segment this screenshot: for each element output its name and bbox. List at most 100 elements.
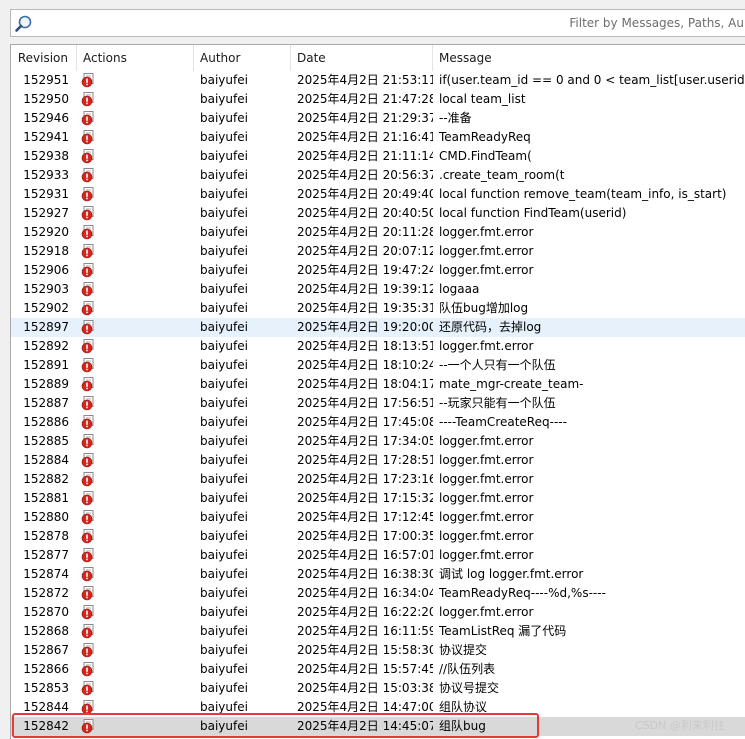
revision-cell: 152882 [23,472,69,486]
date-cell: 2025年4月2日 17:00:35 [297,529,433,543]
revision-cell: 152941 [23,130,69,144]
log-row[interactable]: 152892 baiyufei 2025年4月2日 18:13:51 logger.f… [11,337,745,356]
log-row[interactable]: 152946 baiyufei 2025年4月2日 21:29:37 --准备 [11,109,745,128]
message-cell: logger.fmt.error [439,453,534,467]
message-cell: logger.fmt.error [439,263,534,277]
log-row[interactable]: 152950 baiyufei 2025年4月2日 21:47:28 local te… [11,90,745,109]
log-row[interactable]: 152844 baiyufei 2025年4月2日 14:47:00 组队协议 [11,698,745,717]
log-row[interactable]: 152941 baiyufei 2025年4月2日 21:16:41 TeamRead… [11,128,745,147]
author-cell: baiyufei [200,377,248,391]
log-row[interactable]: 152938 baiyufei 2025年4月2日 21:11:14 CMD.Fin… [11,147,745,166]
log-row[interactable]: 152891 baiyufei 2025年4月2日 18:10:24 --一个人只有一… [11,356,745,375]
message-cell: ----TeamCreateReq---- [439,415,567,429]
modified-exclamation-icon [81,396,94,411]
author-cell: baiyufei [200,301,248,315]
revision-cell: 152927 [23,206,69,220]
log-row[interactable]: 152906 baiyufei 2025年4月2日 19:47:24 logger.f… [11,261,745,280]
log-row[interactable]: 152886 baiyufei 2025年4月2日 17:45:08 ----Team… [11,413,745,432]
author-cell: baiyufei [200,187,248,201]
log-row[interactable]: 152931 baiyufei 2025年4月2日 20:49:40 local fu… [11,185,745,204]
search-icon[interactable] [14,14,34,34]
modified-exclamation-icon [81,168,94,183]
author-cell: baiyufei [200,605,248,619]
column-header-message[interactable]: Message [433,45,745,71]
log-row[interactable]: 152884 baiyufei 2025年4月2日 17:28:51 logger.f… [11,451,745,470]
log-row[interactable]: 152878 baiyufei 2025年4月2日 17:00:35 logger.f… [11,527,745,546]
message-cell: logger.fmt.error [439,339,534,353]
log-row[interactable]: 152927 baiyufei 2025年4月2日 20:40:50 local fu… [11,204,745,223]
date-cell: 2025年4月2日 15:57:45 [297,662,433,676]
modified-exclamation-icon [81,434,94,449]
log-row[interactable]: 152880 baiyufei 2025年4月2日 17:12:45 logger.f… [11,508,745,527]
log-row[interactable]: 152867 baiyufei 2025年4月2日 15:58:30 协议提交 [11,641,745,660]
modified-exclamation-icon [81,358,94,373]
message-cell: .create_team_room(t [439,168,565,182]
revision-cell: 152946 [23,111,69,125]
log-row[interactable]: 152918 baiyufei 2025年4月2日 20:07:12 logger.f… [11,242,745,261]
log-row[interactable]: 152870 baiyufei 2025年4月2日 16:22:20 logger.f… [11,603,745,622]
modified-exclamation-icon [81,73,94,88]
filter-input[interactable] [41,10,745,36]
log-row[interactable]: 152920 baiyufei 2025年4月2日 20:11:28 logger.f… [11,223,745,242]
modified-exclamation-icon [81,339,94,354]
log-row[interactable]: 152902 baiyufei 2025年4月2日 19:35:31 队伍bug增加l… [11,299,745,318]
log-row[interactable]: 152887 baiyufei 2025年4月2日 17:56:51 --玩家只能有一… [11,394,745,413]
modified-exclamation-icon [81,111,94,126]
message-cell: logger.fmt.error [439,548,534,562]
revision-cell: 152889 [23,377,69,391]
message-cell: 队伍bug增加log [439,301,529,315]
date-cell: 2025年4月2日 19:47:24 [297,263,433,277]
message-cell: local function remove_team(team_info, is… [439,187,727,201]
revision-cell: 152906 [23,263,69,277]
column-header-revision[interactable]: Revision [11,45,77,71]
date-cell: 2025年4月2日 18:10:24 [297,358,433,372]
modified-exclamation-icon [81,567,94,582]
log-row[interactable]: 152874 baiyufei 2025年4月2日 16:38:30 调试 log l… [11,565,745,584]
log-row[interactable]: 152897 baiyufei 2025年4月2日 19:20:00 还原代码，去掉l… [11,318,745,337]
log-row[interactable]: 152866 baiyufei 2025年4月2日 15:57:45 //队伍列表 [11,660,745,679]
revision-cell: 152891 [23,358,69,372]
log-row[interactable]: 152882 baiyufei 2025年4月2日 17:23:16 logger.f… [11,470,745,489]
revision-cell: 152892 [23,339,69,353]
column-header-row: Revision Actions Author Date Message [11,45,745,71]
revision-cell: 152884 [23,453,69,467]
message-cell: logger.fmt.error [439,434,534,448]
revision-cell: 152872 [23,586,69,600]
date-cell: 2025年4月2日 20:07:12 [297,244,433,258]
modified-exclamation-icon [81,149,94,164]
log-row[interactable]: 152853 baiyufei 2025年4月2日 15:03:38 协议号提交 [11,679,745,698]
log-row[interactable]: 152881 baiyufei 2025年4月2日 17:15:32 logger.f… [11,489,745,508]
revision-cell: 152853 [23,681,69,695]
message-cell: logaaa [439,282,480,296]
log-row[interactable]: 152933 baiyufei 2025年4月2日 20:56:37 .create_… [11,166,745,185]
revision-cell: 152886 [23,415,69,429]
log-row[interactable]: 152889 baiyufei 2025年4月2日 18:04:17 mate_mgr… [11,375,745,394]
log-row[interactable]: 152903 baiyufei 2025年4月2日 19:39:12 logaaa [11,280,745,299]
log-row[interactable]: 152885 baiyufei 2025年4月2日 17:34:05 logger.f… [11,432,745,451]
revision-cell: 152897 [23,320,69,334]
message-cell: 调试 log logger.fmt.error [439,567,584,581]
message-cell: local function FindTeam(userid) [439,206,627,220]
date-cell: 2025年4月2日 15:03:38 [297,681,433,695]
column-header-author[interactable]: Author [194,45,291,71]
log-row[interactable]: 152877 baiyufei 2025年4月2日 16:57:01 logger.f… [11,546,745,565]
column-header-date[interactable]: Date [291,45,433,71]
author-cell: baiyufei [200,206,248,220]
modified-exclamation-icon [81,681,94,696]
revision-cell: 152866 [23,662,69,676]
log-row[interactable]: 152868 baiyufei 2025年4月2日 16:11:59 TeamList… [11,622,745,641]
message-cell: logger.fmt.error [439,225,534,239]
revision-cell: 152903 [23,282,69,296]
date-cell: 2025年4月2日 14:47:00 [297,700,433,714]
column-header-actions[interactable]: Actions [77,45,194,71]
log-row[interactable]: 152951 baiyufei 2025年4月2日 21:53:11 if(user.… [11,71,745,90]
author-cell: baiyufei [200,225,248,239]
log-row[interactable]: 152872 baiyufei 2025年4月2日 16:34:04 TeamRead… [11,584,745,603]
modified-exclamation-icon [81,92,94,107]
log-list[interactable]: Revision Actions Author Date Message 152… [10,44,745,739]
date-cell: 2025年4月2日 20:11:28 [297,225,433,239]
date-cell: 2025年4月2日 16:57:01 [297,548,433,562]
author-cell: baiyufei [200,130,248,144]
message-cell: 协议提交 [439,643,488,657]
modified-exclamation-icon [81,187,94,202]
